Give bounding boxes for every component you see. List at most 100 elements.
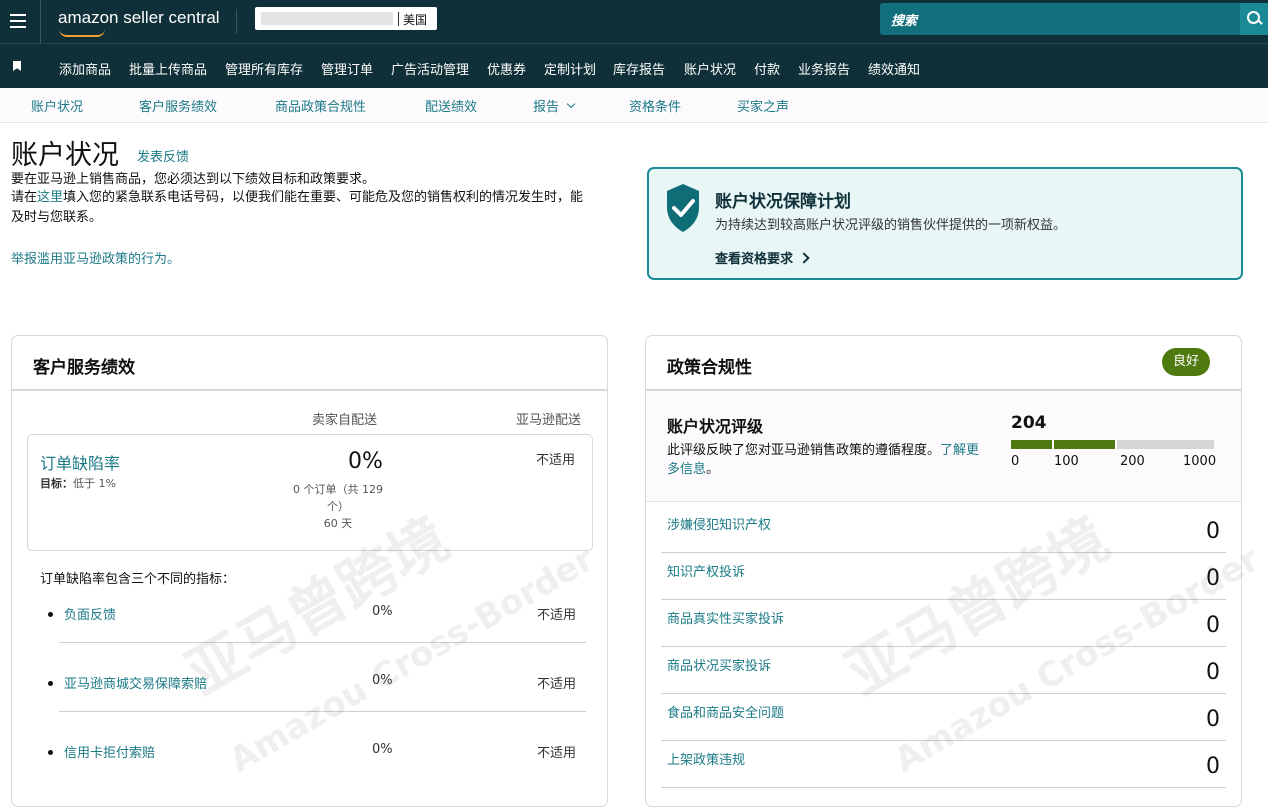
- metric-chargeback-claims-link[interactable]: 信用卡拒付索赔: [64, 742, 155, 761]
- tab-reports[interactable]: 报告: [533, 96, 576, 115]
- intro-contact-text: 请在这里填入您的紧急联系电话号码，以便我们能在重要、可能危及您的销售权利的情况发…: [11, 188, 596, 228]
- metric-value: 0%: [372, 604, 393, 619]
- rating-bar-fill: [1011, 440, 1116, 449]
- search-icon-handle: [1257, 19, 1263, 25]
- chevron-down-icon: [566, 99, 576, 109]
- main-nav: 添加商品 批量上传商品 管理所有库存 管理订单 广告活动管理 优惠券 定制计划 …: [0, 43, 1268, 89]
- metric-amazon-value: 不适用: [537, 677, 577, 692]
- nav-item-campaign-manager[interactable]: 广告活动管理: [391, 59, 469, 78]
- policy-row: 食品和商品安全问题 0: [661, 694, 1226, 741]
- chevron-right-icon: [798, 252, 810, 264]
- odr-detail-line: 60 天: [323, 517, 353, 530]
- card-header: 政策合规性 良好: [646, 336, 1241, 391]
- odr-detail-line: 0 个订单（共 129: [293, 483, 383, 496]
- tab-account-health[interactable]: 账户状况: [31, 96, 83, 115]
- seller-central-logo[interactable]: amazon seller central: [58, 8, 220, 37]
- feedback-link[interactable]: 发表反馈: [137, 146, 189, 165]
- tab-reports-label: 报告: [533, 100, 560, 115]
- odr-amazon-value: 不适用: [536, 453, 576, 468]
- sub-nav: 账户状况 客户服务绩效 商品政策合规性 配送绩效 报告 资格条件 买家之声: [0, 88, 1268, 123]
- policy-row: 知识产权投诉 0: [661, 553, 1226, 600]
- bullet: [48, 681, 53, 686]
- nav-item-add-product[interactable]: 添加商品: [59, 59, 111, 78]
- tab-policy-compliance[interactable]: 商品政策合规性: [275, 96, 366, 115]
- rating-score: 204: [1011, 413, 1047, 433]
- nav-item-account-health[interactable]: 账户状况: [684, 59, 736, 78]
- view-eligibility-label: 查看资格要求: [715, 252, 794, 267]
- nav-item-business-reports[interactable]: 业务报告: [798, 59, 850, 78]
- metric-a-to-z-claims-link[interactable]: 亚马逊商城交易保障索赔: [64, 673, 207, 692]
- smile-icon: [59, 29, 105, 37]
- divider: [59, 711, 586, 712]
- odr-value: 0%: [348, 449, 383, 474]
- tab-customer-service[interactable]: 客户服务绩效: [139, 96, 217, 115]
- tick-label: 0: [1011, 454, 1020, 469]
- metric-row: 亚马逊商城交易保障索赔 0% 不适用: [12, 673, 607, 695]
- card-title: 客户服务绩效: [33, 358, 135, 378]
- top-bar: amazon seller central 美国 搜索: [0, 0, 1268, 43]
- search-button[interactable]: [1240, 3, 1268, 35]
- store-name-blurred: [261, 12, 393, 25]
- policy-listing-violation-link[interactable]: 上架政策违规: [667, 749, 745, 768]
- tick-label: 200: [1120, 454, 1145, 469]
- report-abuse-link[interactable]: 举报滥用亚马逊政策的行为。: [11, 248, 180, 267]
- intro-text: 要在亚马逊上销售商品，您必须达到以下绩效目标和政策要求。: [11, 172, 376, 187]
- metric-negative-feedback-link[interactable]: 负面反馈: [64, 604, 116, 623]
- nav-item-coupons[interactable]: 优惠券: [487, 59, 526, 78]
- policy-row: 涉嫌侵犯知识产权 0: [661, 506, 1226, 553]
- order-defect-rate-link[interactable]: 订单缺陷率: [40, 450, 120, 474]
- nav-item-inventory-reports[interactable]: 库存报告: [613, 59, 665, 78]
- policy-row: 商品真实性买家投诉 0: [661, 600, 1226, 647]
- metric-value: 0%: [372, 742, 393, 757]
- odr-target: 目标：低于 1%: [40, 475, 116, 491]
- policy-condition-link[interactable]: 商品状况买家投诉: [667, 655, 771, 674]
- rating-title: 账户状况评级: [667, 417, 764, 436]
- nav-item-payments[interactable]: 付款: [754, 59, 780, 78]
- card-title: 政策合规性: [667, 358, 752, 378]
- bookmark-icon[interactable]: [13, 61, 21, 71]
- account-health-assurance-card: 账户状况保障计划 为持续达到较高账户状况评级的销售伙伴提供的一项新权益。 查看资…: [647, 167, 1243, 280]
- policy-row: 上架政策违规 0: [661, 741, 1226, 788]
- odr-detail-line: 个）: [327, 500, 349, 513]
- hamburger-menu-icon[interactable]: [0, 0, 41, 43]
- column-seller-fulfilled: 卖家自配送: [312, 413, 378, 428]
- policy-ip-suspected-link[interactable]: 涉嫌侵犯知识产权: [667, 514, 771, 533]
- assurance-title: 账户状况保障计划: [715, 192, 851, 212]
- store-selector[interactable]: 美国: [255, 7, 437, 30]
- search-placeholder: 搜索: [891, 14, 918, 29]
- metric-value: 0%: [372, 673, 393, 688]
- tab-voice-of-customer[interactable]: 买家之声: [737, 96, 789, 115]
- odr-target-label: 目标：: [40, 477, 73, 490]
- nav-item-bulk-upload[interactable]: 批量上传商品: [129, 59, 207, 78]
- odr-target-value: 低于 1%: [73, 477, 116, 490]
- intro-pre: 请在: [11, 190, 38, 205]
- policy-count: 0: [1206, 754, 1220, 779]
- search-input[interactable]: 搜索: [880, 3, 1240, 35]
- tick-label: 100: [1054, 454, 1079, 469]
- tab-shipping-performance[interactable]: 配送绩效: [425, 96, 477, 115]
- metric-row: 负面反馈 0% 不适用: [12, 604, 607, 626]
- contact-here-link[interactable]: 这里: [37, 190, 63, 205]
- nav-item-performance-notifications[interactable]: 绩效通知: [868, 59, 920, 78]
- nav-item-manage-inventory[interactable]: 管理所有库存: [225, 59, 303, 78]
- metric-row: 信用卡拒付索赔 0% 不适用: [12, 742, 607, 764]
- policy-count: 0: [1206, 660, 1220, 685]
- order-defect-rate-box: 订单缺陷率 目标：低于 1% 0% 0 个订单（共 129 个） 60 天 不适…: [27, 434, 593, 551]
- nav-item-manage-orders[interactable]: 管理订单: [321, 59, 373, 78]
- metric-amazon-value: 不适用: [537, 608, 577, 623]
- nav-item-custom-programs[interactable]: 定制计划: [544, 59, 596, 78]
- shield-check-icon: [667, 184, 699, 232]
- policy-food-safety-link[interactable]: 食品和商品安全问题: [667, 702, 784, 721]
- view-eligibility-link[interactable]: 查看资格要求: [715, 248, 810, 267]
- odr-detail: 0 个订单（共 129 个） 60 天: [283, 481, 393, 532]
- policy-authenticity-link[interactable]: 商品真实性买家投诉: [667, 608, 784, 627]
- bullet: [48, 750, 53, 755]
- divider: [236, 9, 237, 34]
- status-badge: 良好: [1162, 348, 1210, 376]
- policy-count: 0: [1206, 613, 1220, 638]
- rating-description: 此评级反映了您对亚马逊销售政策的遵循程度。了解更多信息。: [667, 441, 987, 479]
- divider: [59, 642, 586, 643]
- tab-eligibility[interactable]: 资格条件: [629, 96, 681, 115]
- tick-label: 1000: [1183, 454, 1217, 469]
- policy-ip-complaints-link[interactable]: 知识产权投诉: [667, 561, 745, 580]
